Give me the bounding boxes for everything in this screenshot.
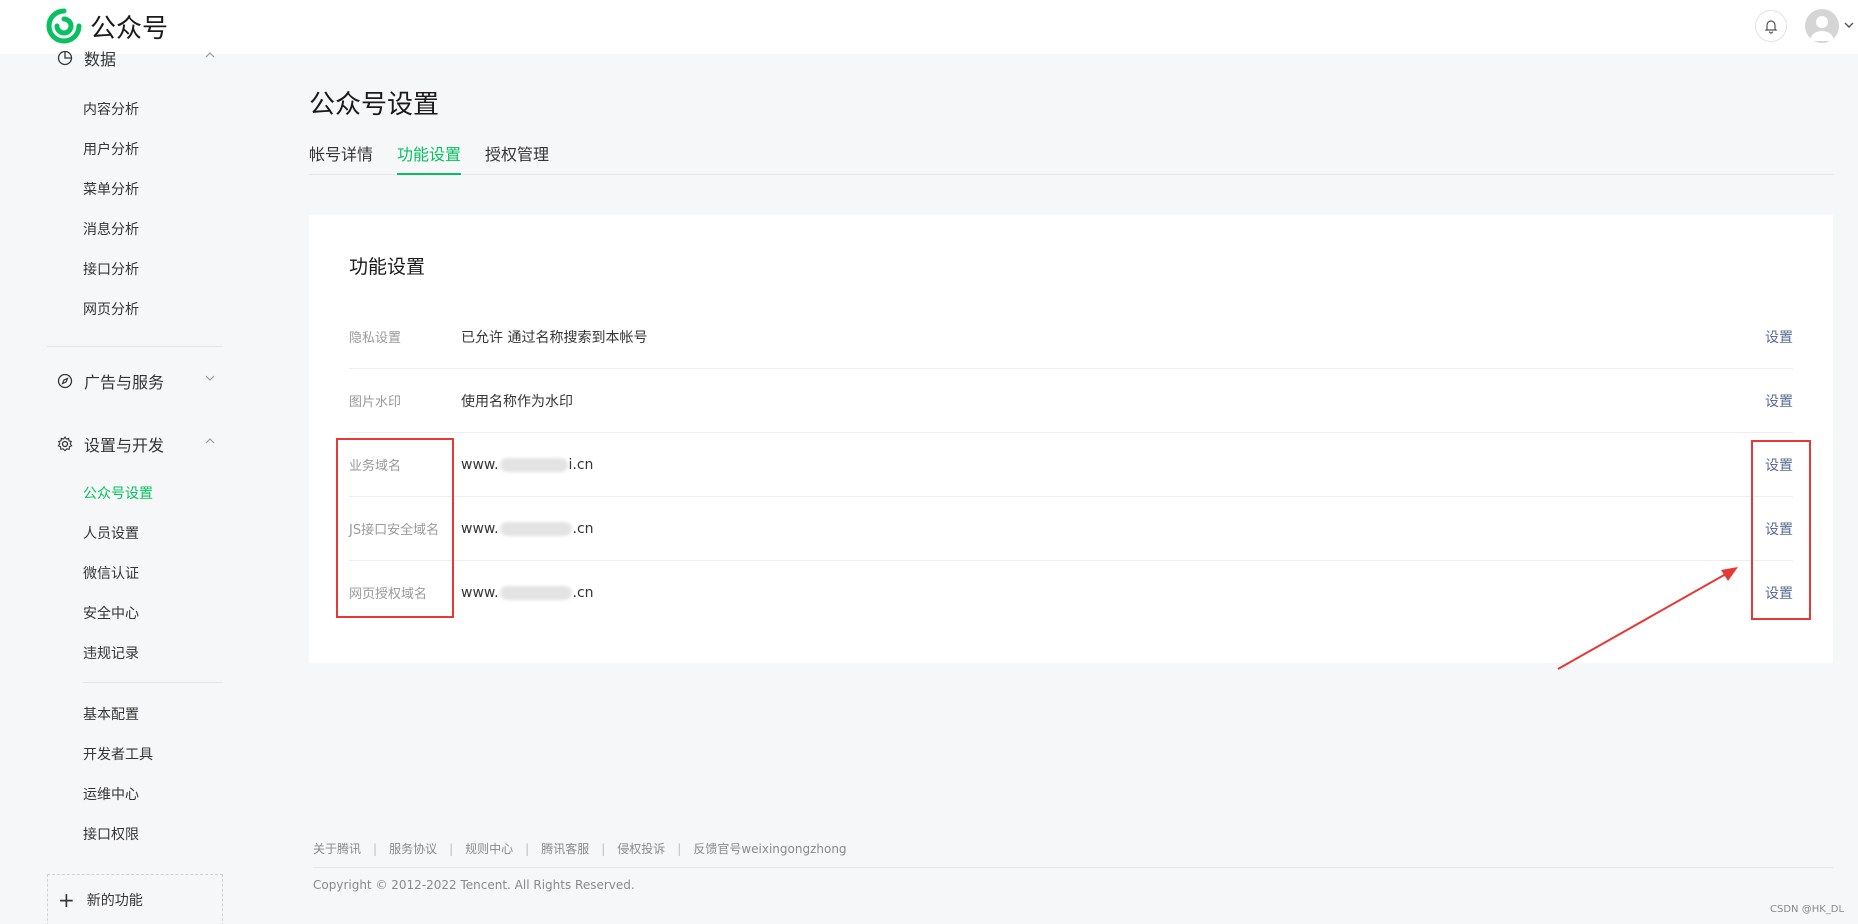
footer-separator: | — [525, 841, 530, 856]
row-value: www. .cn — [461, 561, 594, 624]
row-value: www. .cn — [461, 497, 594, 560]
redacted-text — [499, 521, 572, 536]
row-label: 隐私设置 — [349, 331, 402, 346]
domain-prefix: www. — [461, 456, 499, 473]
footer-divider — [313, 867, 1833, 868]
sidebar-item-message-analysis[interactable]: 消息分析 — [83, 219, 139, 239]
sidebar-item-content-analysis[interactable]: 内容分析 — [83, 99, 139, 119]
sidebar-divider — [47, 346, 223, 347]
footer-separator: | — [373, 841, 378, 856]
sidebar-group-label: 广告与服务 — [84, 373, 165, 392]
tab-bar: 帐号详情 功能设置 授权管理 — [309, 141, 1833, 175]
row-label: 图片水印 — [349, 395, 402, 410]
row-value: 使用名称作为水印 — [461, 393, 573, 410]
annotation-arrow-icon — [1557, 567, 1738, 670]
domain-suffix: .cn — [572, 584, 594, 601]
chart-circle-icon — [56, 49, 74, 67]
sidebar-item-api-analysis[interactable]: 接口分析 — [83, 259, 139, 279]
sidebar: 数据 内容分析 用户分析 菜单分析 消息分析 接口分析 网页分析 广告与服务 设… — [0, 50, 230, 924]
footer-separator: | — [449, 841, 454, 856]
sidebar-item-basic-config[interactable]: 基本配置 — [83, 704, 139, 724]
chevron-up-icon — [205, 438, 215, 444]
sidebar-item-webpage-analysis[interactable]: 网页分析 — [83, 299, 139, 319]
brand-name: 公众号 — [90, 13, 169, 44]
sidebar-item-security-center[interactable]: 安全中心 — [83, 603, 139, 623]
page-title: 公众号设置 — [309, 90, 440, 120]
domain-suffix: i.cn — [568, 456, 594, 473]
sidebar-group-label: 设置与开发 — [84, 436, 165, 455]
sidebar-item-wechat-verification[interactable]: 微信认证 — [83, 563, 139, 583]
tab-feature-settings[interactable]: 功能设置 — [397, 141, 462, 175]
sidebar-item-api-permissions[interactable]: 接口权限 — [83, 824, 139, 844]
plus-icon: + — [58, 888, 75, 912]
redacted-text — [499, 585, 572, 600]
sidebar-group-data[interactable]: 数据 — [56, 46, 224, 70]
footer-links: 关于腾讯 | 服务协议 | 规则中心 | 腾讯客服 | 侵权投诉 | 反馈官号w… — [313, 840, 847, 857]
settings-row-privacy: 隐私设置 已允许 通过名称搜索到本帐号 设置 — [349, 305, 1793, 368]
card-title: 功能设置 — [349, 256, 426, 278]
sidebar-item-developer-tools[interactable]: 开发者工具 — [83, 744, 153, 764]
sidebar-item-user-analysis[interactable]: 用户分析 — [83, 139, 139, 159]
row-value: 已允许 通过名称搜索到本帐号 — [461, 329, 648, 346]
sidebar-group-ads[interactable]: 广告与服务 — [56, 369, 224, 393]
footer-link-terms[interactable]: 服务协议 — [389, 840, 437, 857]
chevron-up-icon — [205, 52, 215, 58]
user-avatar-icon[interactable] — [1805, 9, 1839, 43]
watermark-settings-link[interactable]: 设置 — [1765, 369, 1793, 432]
domain-prefix: www. — [461, 520, 499, 537]
copyright-text: Copyright © 2012-2022 Tencent. All Right… — [313, 878, 635, 892]
sidebar-group-label: 数据 — [84, 50, 117, 69]
new-feature-button[interactable]: + 新的功能 — [47, 874, 223, 924]
compass-icon — [56, 372, 74, 390]
top-bar: 公众号 — [0, 0, 1858, 54]
annotation-box-actions — [1751, 440, 1811, 620]
domain-prefix: www. — [461, 584, 499, 601]
domain-suffix: .cn — [572, 520, 594, 537]
sidebar-divider — [83, 682, 223, 683]
logo[interactable]: 公众号 — [46, 8, 168, 44]
sidebar-item-menu-analysis[interactable]: 菜单分析 — [83, 179, 139, 199]
redacted-text — [499, 457, 568, 472]
footer-separator: | — [677, 841, 682, 856]
wechat-official-logo-icon — [46, 8, 82, 44]
sidebar-item-ops-center[interactable]: 运维中心 — [83, 784, 139, 804]
watermark-text: CSDN @HK_DL — [1770, 904, 1845, 915]
bell-icon[interactable] — [1755, 10, 1787, 42]
footer-separator: | — [601, 841, 606, 856]
footer-link-feedback[interactable]: 反馈官号weixingongzhong — [693, 840, 846, 857]
new-feature-label: 新的功能 — [86, 893, 143, 909]
settings-row-js-domain: JS接口安全域名 www. .cn 设置 — [349, 497, 1793, 560]
sidebar-item-account-settings[interactable]: 公众号设置 — [83, 483, 153, 503]
footer-link-rules[interactable]: 规则中心 — [465, 840, 513, 857]
footer-link-about[interactable]: 关于腾讯 — [313, 840, 361, 857]
row-value: www. i.cn — [461, 433, 593, 496]
settings-row-watermark: 图片水印 使用名称作为水印 设置 — [349, 369, 1793, 432]
sidebar-group-settings[interactable]: 设置与开发 — [56, 432, 224, 456]
footer-link-support[interactable]: 腾讯客服 — [541, 840, 589, 857]
sidebar-item-staff-settings[interactable]: 人员设置 — [83, 523, 139, 543]
chevron-down-icon — [205, 375, 215, 381]
annotation-box-labels — [336, 438, 454, 618]
gear-icon — [56, 435, 74, 453]
chevron-down-icon[interactable] — [1844, 20, 1854, 30]
footer-link-complaints[interactable]: 侵权投诉 — [617, 840, 665, 857]
privacy-settings-link[interactable]: 设置 — [1765, 305, 1793, 368]
tab-account-details[interactable]: 帐号详情 — [309, 141, 373, 175]
tab-authorization-management[interactable]: 授权管理 — [485, 141, 549, 175]
sidebar-item-violation-records[interactable]: 违规记录 — [83, 643, 139, 663]
settings-row-business-domain: 业务域名 www. i.cn 设置 — [349, 433, 1793, 496]
